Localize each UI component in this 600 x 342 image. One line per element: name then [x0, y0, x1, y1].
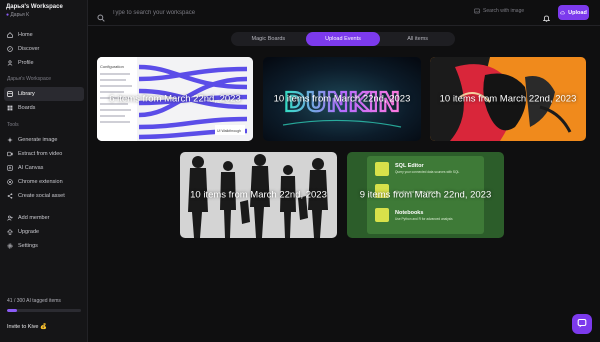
sidebar-item-boards[interactable]: Boards [4, 101, 84, 115]
nav-tools: Generate image Extract from video AI Can… [4, 133, 84, 203]
top-bar: Search with image Upload [88, 0, 600, 26]
nav-workspace: Library Boards [4, 87, 84, 115]
nav-top: Home Discover Profile [4, 28, 84, 70]
upload-event-card[interactable]: 10 items from March 22nd, 2023 [180, 152, 337, 238]
upgrade-icon [7, 229, 13, 235]
sidebar-item-library[interactable]: Library [4, 87, 84, 101]
video-icon [7, 151, 13, 157]
search-icon [97, 9, 105, 22]
sidebar-item-extract-from-video[interactable]: Extract from video [4, 147, 84, 161]
sidebar-item-label: AI Canvas [18, 165, 44, 171]
chat-icon [577, 315, 587, 333]
gear-icon [7, 243, 13, 249]
card-caption: 10 items from March 22nd, 2023 [439, 93, 577, 105]
sidebar-item-chrome-extension[interactable]: Chrome extension [4, 175, 84, 189]
sidebar-item-label: Library [18, 91, 35, 97]
sidebar-item-label: Add member [18, 215, 50, 221]
card-caption: 10 items from March 22nd, 2023 [190, 189, 327, 201]
card-caption: 9 items from March 22nd, 2023 [359, 189, 492, 201]
image-search-button[interactable]: Search with image [474, 8, 524, 14]
sidebar-item-add-member[interactable]: Add member [4, 211, 84, 225]
sidebar-item-label: Generate image [18, 137, 58, 143]
sidebar: Дарья's Workspace ● Дарья К Home Discove… [0, 0, 88, 342]
boards-icon [7, 105, 13, 111]
sidebar-item-generate-image[interactable]: Generate image [4, 133, 84, 147]
sidebar-item-label: Home [18, 32, 33, 38]
search-input[interactable] [112, 7, 412, 19]
view-tabs: Magic Boards Upload Events All items [231, 32, 455, 46]
sidebar-item-profile[interactable]: Profile [4, 56, 84, 70]
tab-upload-events[interactable]: Upload Events [305, 32, 381, 46]
add-user-icon [7, 215, 13, 221]
upload-event-card[interactable]: 10 items from March 22nd, 2023 [430, 57, 586, 141]
sparkle-icon [7, 137, 13, 143]
ai-tagged-count: 41 / 300 AI tagged items [7, 298, 61, 304]
tab-magic-boards[interactable]: Magic Boards [231, 32, 306, 46]
ai-tagged-progress [7, 309, 81, 312]
upload-label: Upload [568, 9, 587, 16]
nav-bottom: Add member Upgrade Settings [4, 211, 84, 253]
share-icon [7, 193, 13, 199]
upload-cloud-icon [560, 10, 566, 15]
notification-bell-icon[interactable] [542, 9, 551, 22]
sidebar-item-label: Upgrade [18, 229, 40, 235]
sidebar-item-create-social-asset[interactable]: Create social asset [4, 189, 84, 203]
workspace-user: ● Дарья К [6, 12, 86, 18]
sidebar-item-discover[interactable]: Discover [4, 42, 84, 56]
invite-button[interactable]: Invite to Kive 💰 [7, 324, 47, 330]
compass-icon [7, 46, 13, 52]
section-tools: Tools [7, 122, 19, 128]
canvas-icon [7, 165, 13, 171]
section-workspace: Дарья's Workspace [7, 76, 52, 82]
sidebar-item-label: Create social asset [18, 193, 65, 199]
upload-event-card[interactable]: DUNKIN 10 items from March 22nd, 2023 [263, 57, 421, 141]
card-caption: 6 items from March 22nd, 2023 [109, 93, 241, 105]
tab-all-items[interactable]: All items [380, 32, 455, 46]
user-icon [7, 60, 13, 66]
library-icon [7, 91, 13, 97]
sidebar-item-upgrade[interactable]: Upgrade [4, 225, 84, 239]
sidebar-item-home[interactable]: Home [4, 28, 84, 42]
sidebar-item-label: Boards [18, 105, 36, 111]
card-thumbnail-text: Notebooks [395, 210, 423, 216]
card-thumbnail-text: Use Python and R for advanced analysis [395, 217, 453, 221]
ai-tagged-progress-fill [7, 309, 18, 312]
sidebar-item-settings[interactable]: Settings [4, 239, 84, 253]
sidebar-item-label: Settings [18, 243, 38, 249]
upload-event-card[interactable]: SQL Editor Query your connected data sou… [347, 152, 504, 238]
workspace-name: Дарья's Workspace [6, 4, 63, 10]
sidebar-item-label: Discover [18, 46, 40, 52]
card-thumbnail-text: SQL Editor [395, 163, 424, 169]
card-thumbnail-text: Query your connected data sources with S… [395, 170, 460, 174]
chat-support-button[interactable] [572, 314, 592, 334]
image-icon [474, 8, 480, 14]
card-thumbnail-text: Configuration [100, 64, 124, 69]
card-thumbnail-text: UI Walkthrough [217, 129, 241, 133]
card-caption: 10 items from March 22nd, 2023 [273, 93, 411, 105]
user-name: Дарья К [10, 12, 29, 18]
home-icon [7, 32, 13, 38]
sidebar-item-label: Extract from video [18, 151, 63, 157]
sidebar-item-label: Profile [18, 60, 34, 66]
chrome-icon [7, 179, 13, 185]
workspace-switcher[interactable]: Дарья's Workspace ● Дарья К [6, 4, 86, 18]
upload-button[interactable]: Upload [558, 5, 589, 20]
sidebar-item-label: Chrome extension [18, 179, 63, 185]
sidebar-item-ai-canvas[interactable]: AI Canvas [4, 161, 84, 175]
upload-event-card[interactable]: Configuration UI Walkthrough 6 items fro… [97, 57, 253, 141]
image-search-label: Search with image [483, 8, 525, 14]
